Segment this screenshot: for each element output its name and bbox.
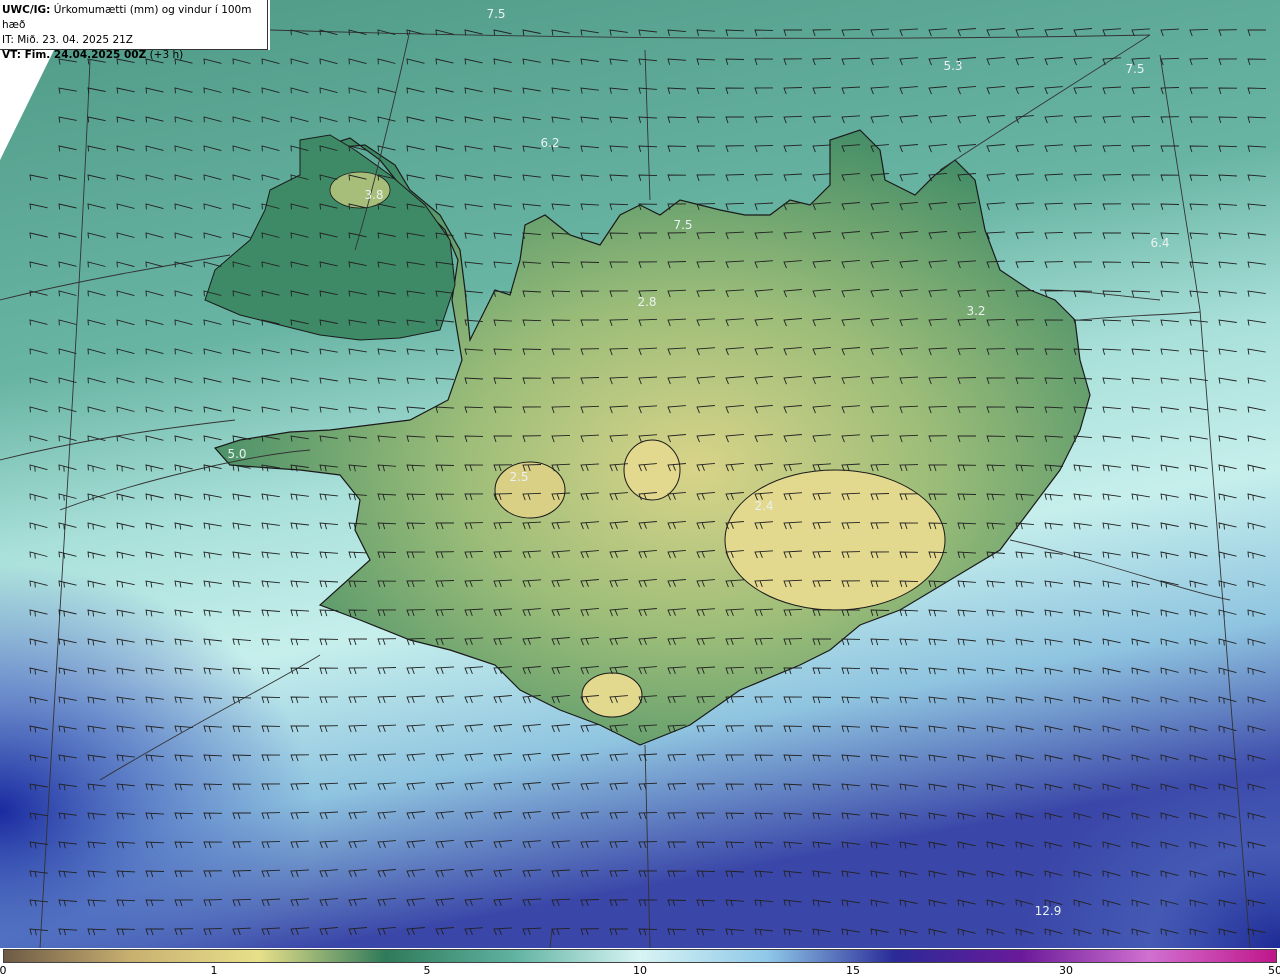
issue-time: IT: Mið. 23. 04. 2025 21Z [2,34,133,46]
map-value-label: 5.0 [227,447,246,461]
map-value-label: 12.9 [1035,904,1062,918]
map-value-label: 7.5 [1125,62,1144,76]
colorbar-tick-label: 50 [1268,964,1280,977]
colorbar-tick-label: 10 [633,964,647,977]
map-value-label: 7.5 [673,218,692,232]
map-value-label: 2.5 [509,470,528,484]
map-value-label: 6.4 [1150,236,1169,250]
map-value-label: 5.3 [943,59,962,73]
valid-time: VT: Fim. 24.04.2025 00Z [2,49,147,61]
colorbar-tick-label: 1 [210,964,218,977]
langjokull [623,439,681,501]
colorbar-tick-label: 30 [1059,964,1073,977]
colorbar [3,949,1277,963]
colorbar-tick-label: 5 [423,964,431,977]
map-info-box: UWC/IG: Úrkomumætti (mm) og vindur í 100… [0,0,268,61]
colorbar-tick-label: 15 [846,964,860,977]
map-value-label: 7.5 [486,7,505,21]
myrdalsjokull [581,672,643,718]
map-value-label: 2.4 [754,499,773,513]
forecast-offset: (+3 h) [149,49,184,61]
map-value-label: 3.2 [966,304,985,318]
vatnajokull [724,469,946,611]
map-value-label: 2.8 [637,295,656,309]
precipitation-wind-map: 7.5 5.3 7.5 6.2 3.8 7.5 6.4 2.8 3.2 5.0 2.5 2.4 12.9 [0,0,1280,948]
map-value-label: 3.8 [364,188,383,202]
model-name: UWC/IG: [2,4,51,16]
colorbar-tick-label: 0 [0,964,7,977]
colorbar-legend: 0 1 5 10 15 30 50 [0,948,1280,978]
map-value-label: 6.2 [540,136,559,150]
